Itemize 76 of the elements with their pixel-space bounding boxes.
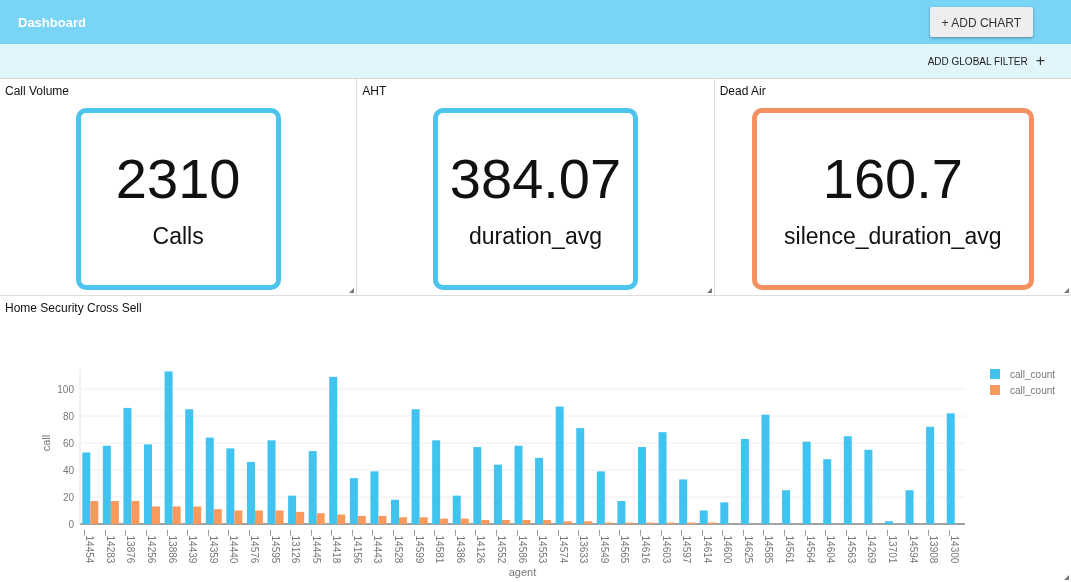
- x-tick-label: _14126: [475, 530, 487, 564]
- x-tick-label: _14563: [845, 530, 857, 564]
- y-tick-label: 40: [62, 464, 74, 476]
- x-tick-label: _14269: [866, 530, 878, 564]
- x-tick-label: _14300: [948, 530, 960, 564]
- x-tick-label: _14549: [598, 530, 610, 564]
- x-tick-label: _13886: [166, 530, 178, 564]
- legend-label: call_count: [1010, 385, 1056, 396]
- x-tick-label: _14283: [104, 530, 116, 564]
- y-tick-label: 80: [62, 410, 74, 422]
- x-axis-label: agent: [508, 566, 537, 578]
- x-tick-label: _14576: [248, 530, 260, 564]
- x-tick-label: _14603: [660, 530, 672, 564]
- stat-label: Calls: [152, 223, 204, 251]
- x-tick-label: _14616: [640, 530, 651, 564]
- x-tick-label: _14439: [187, 530, 199, 564]
- x-tick-label: _14553: [537, 530, 549, 564]
- dashboard-title: Dashboard: [18, 14, 86, 30]
- x-tick-label: _14585: [763, 530, 775, 564]
- add-global-filter-link[interactable]: ADD GLOBAL FILTER: [927, 55, 1028, 67]
- x-tick-label: _14595: [269, 530, 281, 564]
- stat-value: 2310: [115, 147, 241, 210]
- x-tick-label: _13876: [125, 530, 137, 564]
- x-tick-label: _14594: [907, 530, 919, 564]
- x-tick-label: _14614: [701, 530, 713, 564]
- y-tick-label: 100: [57, 383, 74, 395]
- y-tick-label: 60: [62, 437, 74, 449]
- resize-handle-icon[interactable]: [1064, 575, 1069, 580]
- y-tick-label: 20: [62, 491, 74, 503]
- stat-value: 160.7: [822, 147, 963, 210]
- x-tick-label: _14440: [228, 530, 240, 564]
- x-tick-label: _13633: [578, 530, 590, 564]
- x-tick-label: _14599: [413, 530, 425, 564]
- x-tick-label: _14574: [557, 530, 569, 564]
- x-tick-label: _14256: [146, 530, 158, 564]
- x-tick-label: _14528: [393, 530, 404, 564]
- x-tick-label: _14552: [495, 530, 507, 564]
- resize-handle-icon[interactable]: [706, 288, 712, 293]
- bar: [823, 459, 832, 524]
- y-tick-label: 0: [68, 518, 74, 530]
- x-tick-label: _14600: [722, 530, 734, 564]
- panel-title: Dead Air: [718, 83, 767, 98]
- panel-title: Call Volume: [4, 83, 71, 98]
- panel-title: Home Security Cross Sell: [4, 300, 143, 315]
- bar: [782, 490, 791, 524]
- panel-title: AHT: [361, 83, 388, 98]
- bar: [884, 521, 893, 524]
- resize-handle-icon[interactable]: [349, 288, 355, 293]
- x-tick-label: _14604: [825, 530, 837, 564]
- x-tick-label: _13126: [290, 530, 302, 564]
- stat-label: duration_avg: [469, 223, 602, 251]
- bar: [905, 490, 914, 524]
- x-tick-label: _14386: [454, 530, 466, 564]
- x-tick-label: _13701: [886, 530, 898, 564]
- stat-label: silence_duration_avg: [784, 223, 1002, 251]
- x-tick-label: _14445: [310, 530, 322, 564]
- x-tick-label: _14418: [331, 530, 343, 564]
- resize-handle-icon[interactable]: [1064, 288, 1069, 293]
- bar: [720, 502, 729, 524]
- x-tick-label: _14597: [681, 530, 693, 564]
- x-tick-label: _14561: [784, 530, 796, 564]
- x-tick-label: _14581: [434, 530, 446, 564]
- legend-label: call_count: [1010, 369, 1056, 380]
- add-chart-button[interactable]: + ADD CHART: [929, 7, 1033, 37]
- stat-value: 384.07: [449, 147, 622, 210]
- x-tick-label: _14586: [516, 530, 528, 564]
- x-tick-label: _14359: [207, 530, 219, 564]
- plus-icon[interactable]: +: [1035, 53, 1045, 69]
- x-tick-label: _14565: [619, 530, 631, 564]
- x-tick-label: _14564: [804, 530, 816, 564]
- x-tick-label: _14443: [372, 530, 384, 564]
- x-tick-label: _14625: [742, 530, 754, 564]
- y-axis-label: call: [40, 434, 52, 452]
- x-tick-label: _13908: [928, 530, 940, 564]
- x-tick-label: _14156: [351, 530, 363, 564]
- x-tick-label: _14454: [84, 530, 96, 564]
